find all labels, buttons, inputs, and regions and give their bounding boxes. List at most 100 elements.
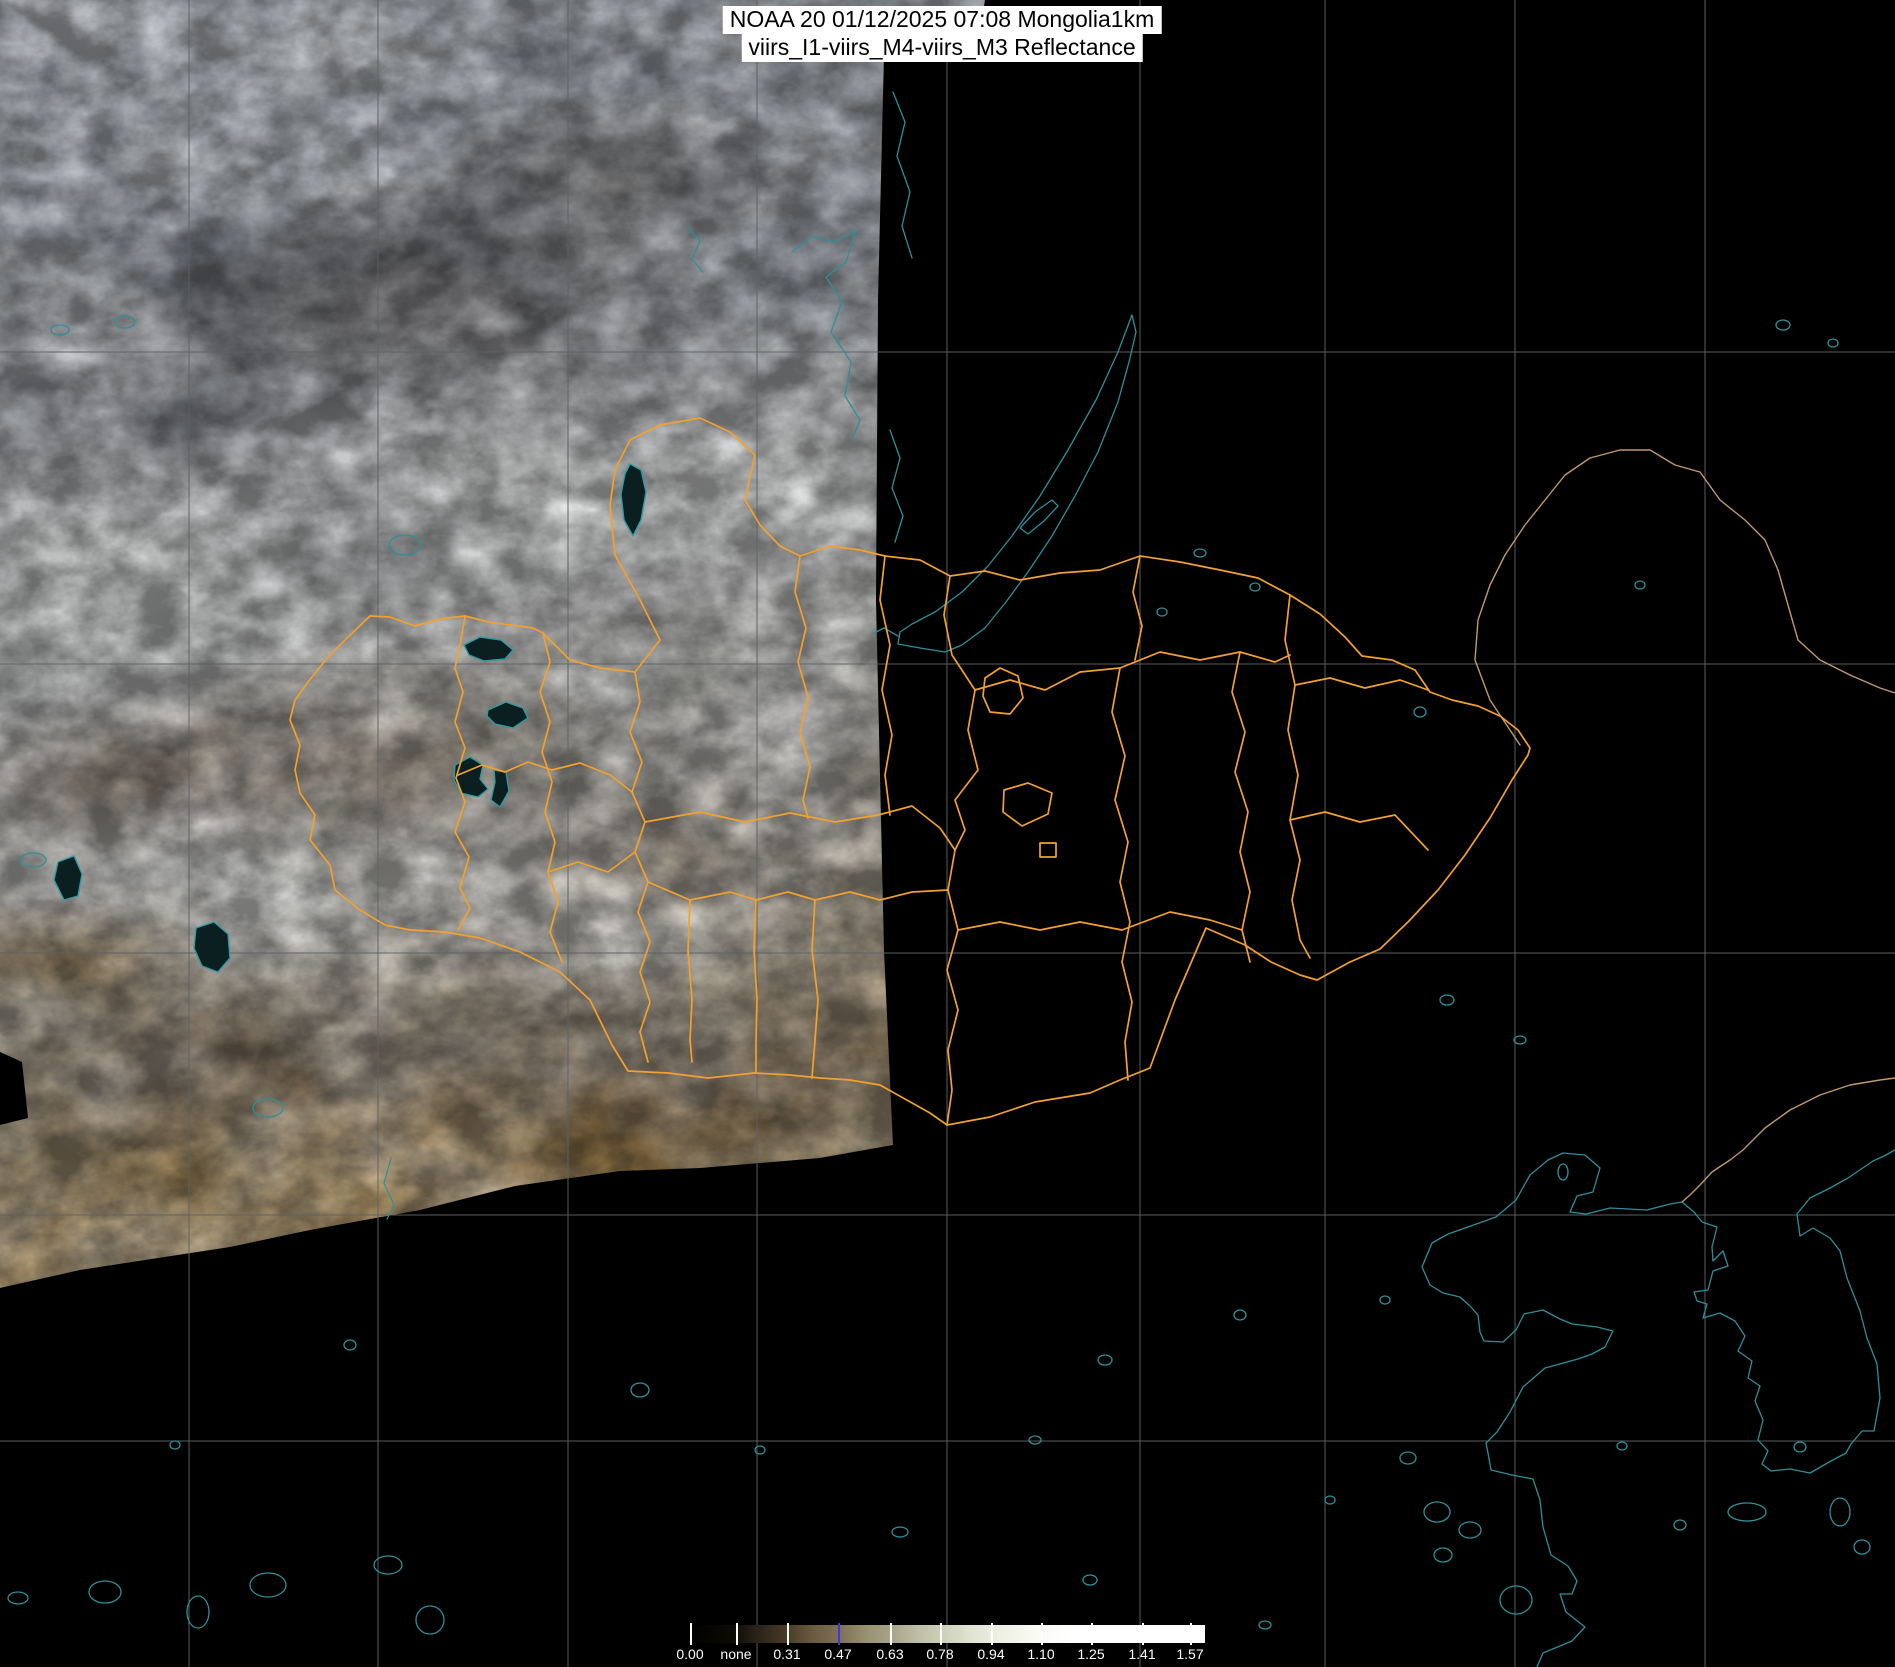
lake xyxy=(464,637,513,661)
aimag-border xyxy=(1295,678,1428,690)
island xyxy=(1617,1442,1627,1450)
aimag-border xyxy=(648,882,948,900)
reflectance-colorbar: 0.00none0.310.470.630.780.941.101.251.41… xyxy=(690,1625,1205,1643)
small-lake xyxy=(1325,1496,1335,1504)
island xyxy=(1854,1540,1870,1554)
small-lake xyxy=(416,1606,444,1634)
river xyxy=(688,228,703,272)
small-lake xyxy=(20,853,46,867)
title-line-2: viirs_I1-viirs_M4-viirs_M3 Reflectance xyxy=(741,34,1142,62)
colorbar-label: 1.41 xyxy=(1128,1646,1155,1662)
island xyxy=(1459,1522,1481,1538)
aimag-enclave-border xyxy=(1040,843,1056,857)
small-lake xyxy=(253,1099,283,1117)
lake xyxy=(491,770,509,807)
colorbar-tick xyxy=(1142,1623,1144,1645)
aimag-border xyxy=(630,672,650,1062)
coastline xyxy=(1682,1202,1851,1473)
small-lake xyxy=(1194,549,1206,557)
coastline xyxy=(1563,1153,1682,1214)
island xyxy=(1728,1503,1766,1521)
aimag-border xyxy=(812,900,818,1078)
aimag-border xyxy=(1232,652,1250,962)
small-lake xyxy=(1635,581,1645,589)
small-lake xyxy=(1250,583,1260,591)
title-line-1: NOAA 20 01/12/2025 07:08 Mongolia1km xyxy=(723,6,1162,34)
small-lake xyxy=(1098,1355,1112,1365)
small-lake xyxy=(1234,1310,1246,1320)
lake xyxy=(194,922,230,972)
aimag-border xyxy=(958,912,1242,930)
aimag-border xyxy=(548,852,635,872)
river xyxy=(872,628,898,636)
small-lake xyxy=(8,1592,28,1604)
coastline xyxy=(1797,1150,1895,1444)
colorbar-tick xyxy=(736,1623,738,1645)
island xyxy=(1434,1548,1452,1562)
russia-china-border xyxy=(1475,450,1895,745)
river xyxy=(890,430,903,542)
colorbar-label: 0.47 xyxy=(824,1646,851,1662)
colorbar-label: 1.57 xyxy=(1176,1646,1203,1662)
small-lake xyxy=(1514,1036,1526,1044)
river xyxy=(384,1158,394,1219)
aimag-enclave-border xyxy=(983,668,1023,714)
island xyxy=(1794,1442,1806,1452)
colorbar-tick xyxy=(1190,1623,1192,1645)
small-lake xyxy=(250,1573,286,1597)
lake-baikal xyxy=(898,315,1136,652)
aimag-border xyxy=(688,900,692,1062)
satellite-viewer-display: NOAA 20 01/12/2025 07:08 Mongolia1km vii… xyxy=(0,0,1895,1667)
small-lake xyxy=(115,316,135,328)
small-lake xyxy=(1157,608,1167,616)
small-lake xyxy=(1259,1621,1271,1629)
aimag-border xyxy=(540,633,562,962)
river xyxy=(792,230,860,440)
aimag-border xyxy=(1133,556,1142,660)
colorbar-label: 0.00 xyxy=(676,1646,703,1662)
image-title: NOAA 20 01/12/2025 07:08 Mongolia1km vii… xyxy=(723,6,1162,62)
colorbar-label: 0.63 xyxy=(876,1646,903,1662)
small-lake xyxy=(1828,339,1838,347)
aimag-border xyxy=(975,652,1290,690)
colorbar-label: 1.10 xyxy=(1027,1646,1054,1662)
small-lake xyxy=(344,1340,356,1350)
colorbar-label: none xyxy=(720,1646,751,1662)
colorbar-tick xyxy=(890,1623,892,1645)
lake xyxy=(487,702,528,728)
small-lake xyxy=(1558,1164,1568,1180)
colorbar-label: 0.31 xyxy=(773,1646,800,1662)
colorbar-tick xyxy=(1041,1623,1043,1645)
small-lake xyxy=(1083,1575,1097,1585)
colorbar-label: 0.78 xyxy=(926,1646,953,1662)
aimag-border xyxy=(1285,595,1310,958)
coastline xyxy=(1422,1153,1613,1667)
colorbar-blue-tick xyxy=(838,1623,840,1645)
small-lake xyxy=(1776,320,1790,330)
aimag-border xyxy=(880,556,892,815)
small-lake xyxy=(51,325,69,335)
small-lake xyxy=(187,1596,209,1628)
aimag-border xyxy=(645,806,955,850)
island xyxy=(1424,1502,1450,1522)
small-lake xyxy=(631,1383,649,1397)
map-overlay xyxy=(0,0,1895,1667)
island xyxy=(1674,1520,1686,1530)
aimag-border xyxy=(947,690,978,1125)
aimag-enclave-border xyxy=(1003,783,1052,826)
small-lake xyxy=(389,535,421,555)
island xyxy=(1830,1498,1850,1526)
small-lake xyxy=(1440,995,1454,1005)
lake xyxy=(54,856,82,900)
island xyxy=(1400,1452,1416,1464)
small-lake xyxy=(89,1581,121,1603)
russia-china-border xyxy=(1682,1078,1895,1202)
colorbar-label: 1.25 xyxy=(1077,1646,1104,1662)
small-lake xyxy=(1414,707,1426,717)
island xyxy=(1500,1586,1532,1614)
aimag-border xyxy=(1290,812,1428,850)
colorbar-tick xyxy=(690,1623,692,1645)
colorbar-label: 0.94 xyxy=(977,1646,1004,1662)
river xyxy=(893,92,912,258)
small-lake xyxy=(892,1527,908,1537)
